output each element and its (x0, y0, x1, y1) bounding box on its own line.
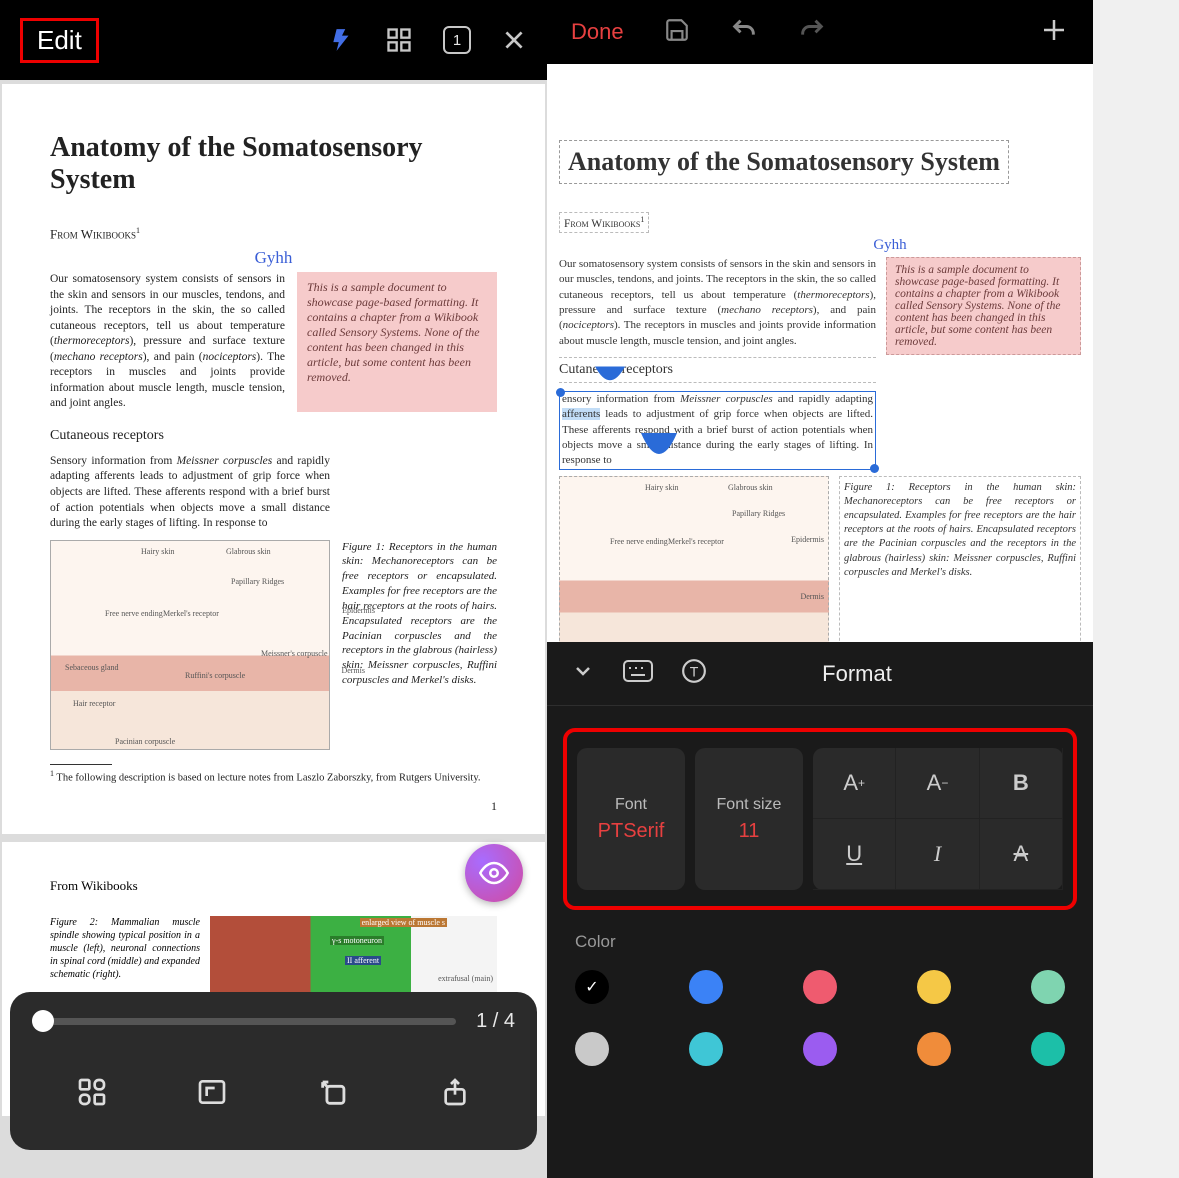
footnote-1: 1 The following description is based on … (50, 769, 497, 784)
color-swatch[interactable] (1031, 1032, 1065, 1066)
done-button[interactable]: Done (571, 19, 624, 45)
format-controls-highlighted: Font PTSerif Font size 11 A+ A− B U I A (563, 728, 1077, 910)
bottom-toolbar: 1 / 4 (10, 992, 537, 1150)
format-title: Format (645, 661, 1069, 687)
undo-icon[interactable] (730, 16, 758, 49)
color-swatch[interactable] (917, 1032, 951, 1066)
fullscreen-icon[interactable] (196, 1076, 228, 1113)
collapse-panel-icon[interactable] (571, 659, 595, 688)
handwritten-annotation: Gyhh (50, 248, 497, 268)
edit-button[interactable]: Edit (20, 18, 99, 63)
color-label: Color (575, 932, 1065, 952)
page-slider[interactable] (32, 1018, 456, 1025)
rotate-icon[interactable] (317, 1075, 351, 1114)
slider-thumb[interactable] (32, 1010, 54, 1032)
strikethrough-button[interactable]: A (980, 819, 1063, 890)
decrease-font-button[interactable]: A− (896, 748, 979, 819)
doc-source: From Wikibooks1 (50, 226, 497, 242)
doc2-source: From Wikibooks (50, 878, 497, 894)
figure-1-image[interactable]: Hairy skin Glabrous skin Epidermis Dermi… (559, 476, 829, 666)
grid-icon[interactable] (385, 26, 413, 54)
color-swatch[interactable] (803, 970, 837, 1004)
handwritten-annotation[interactable]: Gyhh (699, 237, 1081, 254)
font-picker[interactable]: Font PTSerif (577, 748, 685, 890)
color-swatch[interactable] (689, 970, 723, 1004)
figure-1-caption: Figure 1: Receptors in the human skin: M… (342, 540, 497, 750)
figure-1-image: Hairy skin Glabrous skin Epidermis Dermi… (50, 540, 330, 750)
redo-icon[interactable] (798, 16, 826, 49)
add-icon[interactable] (1039, 15, 1069, 50)
left-pane: Edit 1 Anatomy of the Somatosensory Syst… (0, 0, 547, 1178)
font-size-picker[interactable]: Font size 11 (695, 748, 803, 890)
increase-font-button[interactable]: A+ (813, 748, 896, 819)
color-swatch[interactable] (803, 1032, 837, 1066)
doc-title: Anatomy of the Somatosensory System (50, 132, 497, 196)
body-column[interactable]: Our somatosensory system consists of sen… (559, 257, 876, 470)
right-pane: Done Anatomy of the Somatosensory System… (547, 0, 1093, 1178)
color-swatch[interactable]: ✓ (575, 970, 609, 1004)
format-panel: T Format Font PTSerif Font size 11 A+ A−… (547, 642, 1093, 1178)
share-icon[interactable] (439, 1076, 471, 1113)
body-paragraph-2: Sensory information from Meissner corpus… (50, 454, 330, 532)
highlighted-word: afferents (562, 408, 600, 420)
page-indicator: 1 / 4 (476, 1010, 515, 1033)
color-row-1: ✓ (575, 970, 1065, 1004)
color-swatch[interactable] (1031, 970, 1065, 1004)
text-selection[interactable]: ensory information from Meissner corpusc… (559, 391, 876, 470)
tabs-icon[interactable]: 1 (443, 26, 471, 54)
subheading-cutaneous: Cutaneous receptors (50, 428, 497, 444)
body-paragraph-1: Our somatosensory system consists of sen… (50, 272, 285, 412)
color-row-2 (575, 1032, 1065, 1066)
text-caret-handle[interactable] (595, 349, 625, 391)
close-icon[interactable] (501, 27, 527, 53)
callout-box-editable[interactable]: This is a sample document to showcase pa… (886, 257, 1081, 355)
editable-document[interactable]: Anatomy of the Somatosensory System From… (547, 64, 1093, 676)
page-number: 1 (50, 799, 497, 814)
selection-handle-end[interactable] (870, 464, 879, 473)
color-swatch[interactable] (689, 1032, 723, 1066)
preview-fab[interactable] (465, 844, 523, 902)
text-caret-handle-2[interactable] (641, 415, 677, 461)
color-swatch[interactable] (917, 970, 951, 1004)
doc-title-editable[interactable]: Anatomy of the Somatosensory System (559, 140, 1009, 184)
color-section: Color ✓ (575, 932, 1065, 1066)
color-swatch[interactable] (575, 1032, 609, 1066)
doc-source-editable[interactable]: From Wikibooks1 (559, 212, 649, 233)
bolt-icon[interactable] (329, 25, 355, 55)
bold-button[interactable]: B (980, 748, 1063, 819)
document-page-1[interactable]: Anatomy of the Somatosensory System From… (2, 84, 545, 834)
callout-box: This is a sample document to showcase pa… (297, 272, 497, 412)
right-topbar: Done (547, 0, 1093, 64)
left-topbar: Edit 1 (0, 0, 547, 80)
figure-1-caption[interactable]: Figure 1: Receptors in the human skin: M… (839, 476, 1081, 666)
underline-button[interactable]: U (813, 819, 896, 890)
selection-handle-start[interactable] (556, 388, 565, 397)
panels-icon[interactable] (76, 1076, 108, 1113)
italic-button[interactable]: I (896, 819, 979, 890)
save-icon[interactable] (664, 17, 690, 48)
